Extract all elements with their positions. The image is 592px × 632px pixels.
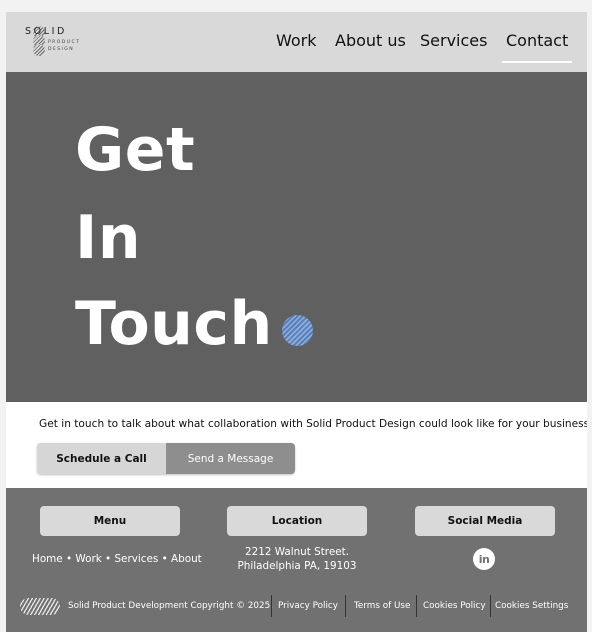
footer-location-button[interactable]: Location — [227, 506, 367, 536]
footer-menu-button[interactable]: Menu — [40, 506, 180, 536]
linkedin-icon[interactable]: in — [473, 548, 495, 570]
hero-section: Get In Touch — [6, 72, 587, 402]
footer-copyright: Solid Product Development Copyright © 20… — [68, 601, 274, 611]
logo-text-product: PRODUCT — [48, 40, 81, 45]
hero-accent-dot-icon — [282, 315, 313, 346]
address-line-1: 2212 Walnut Street. — [244, 546, 350, 558]
hero-word-get: Get — [75, 115, 196, 185]
footer-divider — [416, 595, 417, 617]
footer-address: 2212 Walnut Street. Philadelphia PA, 191… — [227, 545, 367, 573]
site-footer: Menu Location Social Media Home • Work •… — [6, 488, 587, 632]
terms-of-use-link[interactable]: Terms of Use — [354, 601, 410, 611]
logo-text-solid: SOLID — [25, 26, 67, 37]
hero-word-touch: Touch — [75, 289, 273, 359]
footer-divider — [345, 595, 346, 617]
footer-menu-links[interactable]: Home • Work • Services • About — [32, 552, 202, 566]
footer-divider — [490, 595, 491, 617]
hero-word-in: In — [75, 203, 142, 273]
site-header: SOLID PRODUCT DESIGN Work About us Servi… — [6, 12, 587, 72]
nav-work[interactable]: Work — [276, 31, 317, 50]
nav-active-underline — [502, 61, 572, 63]
contact-button-group: Schedule a Call Send a Message — [37, 443, 295, 474]
cookies-settings-link[interactable]: Cookies Settings — [495, 601, 568, 611]
nav-contact[interactable]: Contact — [506, 31, 568, 50]
footer-logo-icon — [20, 598, 60, 615]
intro-text: Get in touch to talk about what collabor… — [39, 418, 587, 430]
nav-about-us[interactable]: About us — [335, 31, 406, 50]
schedule-call-button[interactable]: Schedule a Call — [37, 443, 166, 474]
address-line-2: Philadelphia PA, 19103 — [237, 560, 357, 572]
privacy-policy-link[interactable]: Privacy Policy — [278, 601, 338, 611]
logo[interactable]: SOLID PRODUCT DESIGN — [25, 25, 95, 56]
nav-services[interactable]: Services — [420, 31, 487, 50]
cookies-policy-link[interactable]: Cookies Policy — [423, 601, 486, 611]
footer-divider — [271, 595, 272, 617]
page-frame: SOLID PRODUCT DESIGN Work About us Servi… — [6, 12, 587, 632]
send-message-button[interactable]: Send a Message — [166, 443, 295, 474]
footer-social-button[interactable]: Social Media — [415, 506, 555, 536]
logo-text-design: DESIGN — [48, 47, 75, 52]
logo-text-sub: PRODUCT DESIGN — [48, 39, 80, 53]
